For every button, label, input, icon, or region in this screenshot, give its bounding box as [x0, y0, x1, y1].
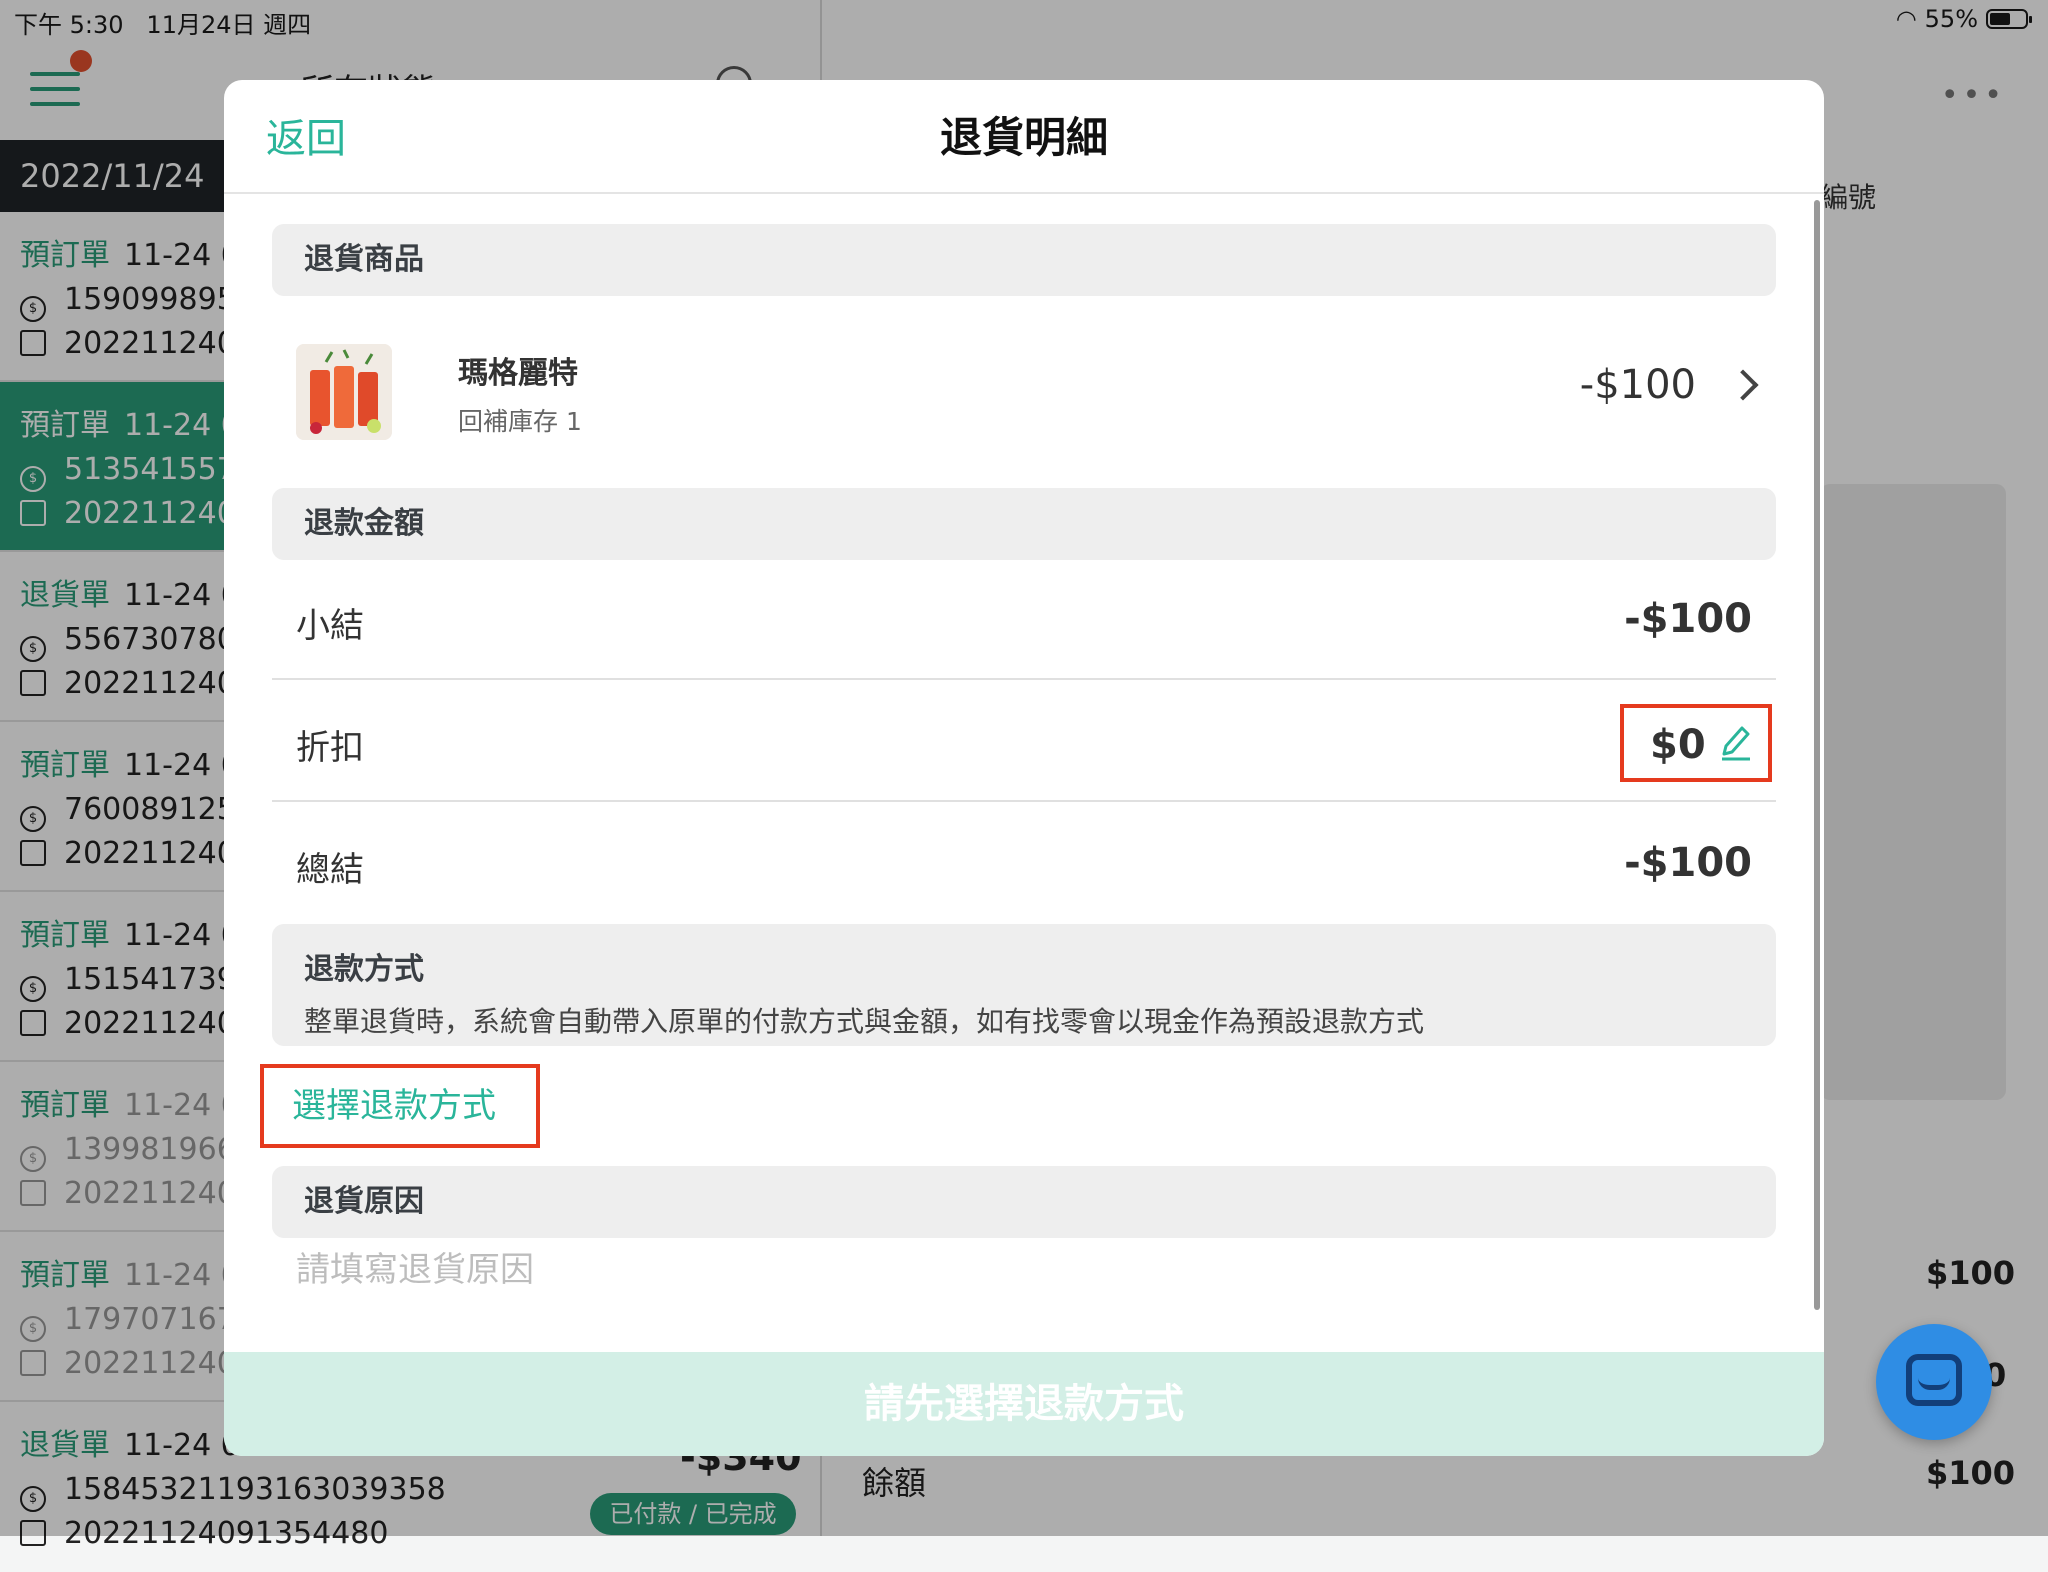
- section-return-items: 退貨商品: [272, 224, 1776, 296]
- total-row: 總結 -$100: [272, 804, 1776, 924]
- return-reason-input[interactable]: [296, 1240, 1756, 1300]
- item-amount: -$100: [1579, 362, 1696, 408]
- subtotal-label: 小結: [296, 606, 364, 646]
- total-value: -$100: [1624, 840, 1752, 886]
- section-return-reason: 退貨原因: [272, 1166, 1776, 1238]
- subtotal-row: 小結 -$100: [272, 560, 1776, 680]
- wifi-icon: ◠: [1895, 5, 1917, 33]
- chevron-right-icon[interactable]: [1727, 369, 1759, 401]
- subtotal-value: -$100: [1624, 596, 1752, 642]
- return-item-row[interactable]: 瑪格麗特 回補庫存 1 -$100: [272, 320, 1776, 460]
- pencil-icon: [1722, 726, 1750, 761]
- chat-support-button[interactable]: [1876, 1324, 1992, 1440]
- product-name: 瑪格麗特: [458, 356, 578, 391]
- product-thumbnail: [296, 344, 392, 440]
- section-refund-method: 退款方式 整單退貨時，系統會自動帶入原單的付款方式與金額，如有找零會以現金作為預…: [272, 924, 1776, 1046]
- modal-title: 退貨明細: [939, 113, 1108, 162]
- battery-percent: 55%: [1924, 5, 1978, 33]
- restock-info: 回補庫存 1: [458, 407, 582, 436]
- section-refund-amount: 退款金額: [272, 488, 1776, 560]
- refund-method-note: 整單退貨時，系統會自動帶入原單的付款方式與金額，如有找零會以現金作為預設退款方式: [304, 1005, 1425, 1038]
- status-bar: 下午 5:30 11月24日 週四 ◠ 55%: [0, 0, 2048, 40]
- total-label: 總結: [296, 850, 364, 890]
- discount-edit-button[interactable]: $0: [1620, 704, 1772, 782]
- return-detail-modal: 返回 退貨明細 退貨商品 瑪格麗特 回補庫存 1 -$100 退款金額 小結 -…: [224, 80, 1824, 1456]
- discount-label: 折扣: [296, 728, 364, 768]
- discount-row: 折扣 $0: [272, 682, 1776, 802]
- submit-refund-button[interactable]: 請先選擇退款方式: [224, 1352, 1824, 1456]
- status-right: ◠ 55%: [1895, 5, 2032, 33]
- discount-value: $0: [1650, 722, 1706, 768]
- select-refund-method-button[interactable]: 選擇退款方式: [260, 1064, 540, 1148]
- modal-header: 返回 退貨明細: [224, 80, 1824, 194]
- battery-icon: [1986, 9, 2032, 29]
- status-time: 下午 5:30 11月24日 週四: [14, 11, 312, 39]
- scrollbar[interactable]: [1814, 200, 1820, 1310]
